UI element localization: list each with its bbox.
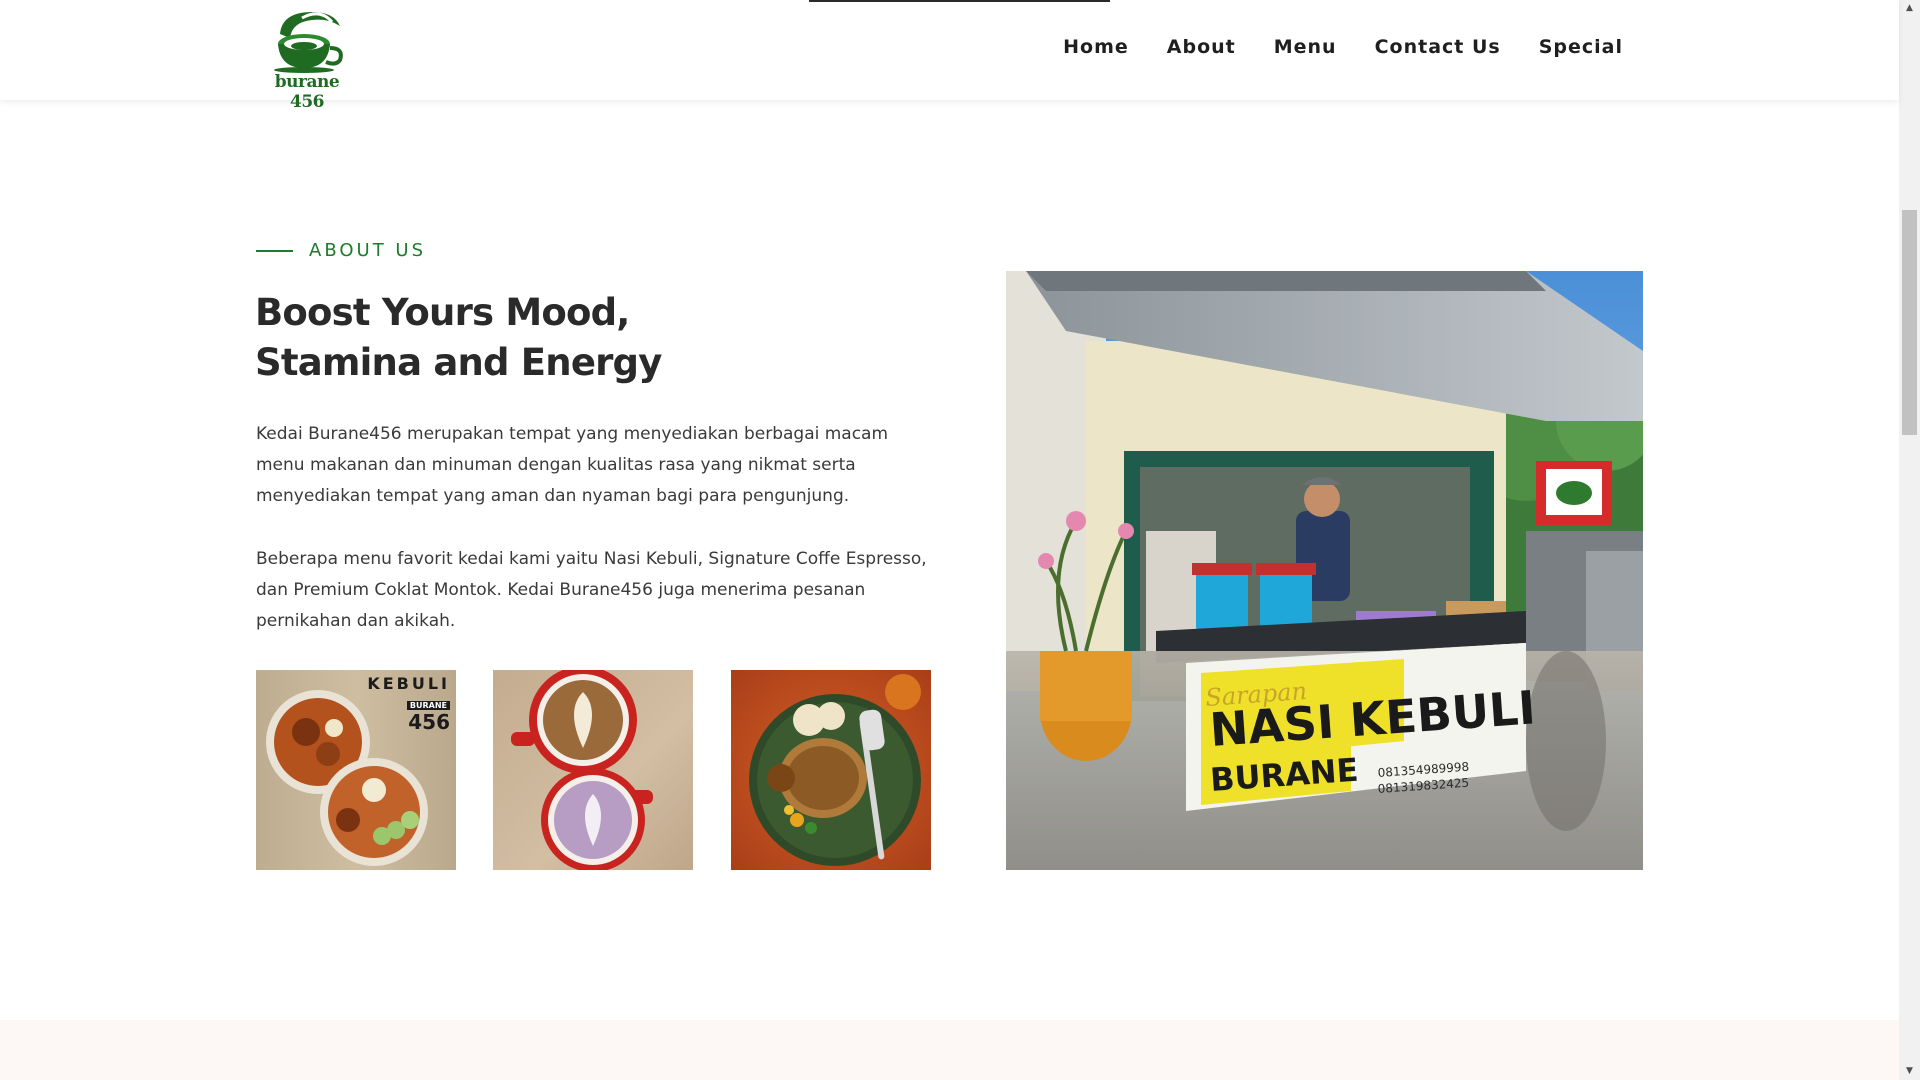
nav-contact-us[interactable]: Contact Us	[1375, 36, 1501, 58]
nav-menu[interactable]: Menu	[1274, 36, 1337, 58]
thumb-overlay-kebuli: KEBULI	[367, 674, 450, 693]
about-headline: Boost Yours Mood, Stamina and Energy	[255, 288, 755, 388]
cup-logo-icon	[274, 12, 343, 73]
page-scrollbar[interactable]: ▲ ▼	[1899, 0, 1920, 1080]
headline-line-2: Stamina and Energy	[255, 341, 662, 384]
section-eyebrow: ABOUT US	[256, 240, 426, 261]
nasi-kebuli-photo: KEBULI BURANE 456	[256, 670, 456, 870]
logo-text: burane 456	[274, 72, 340, 112]
brand-logo[interactable]: burane 456	[262, 4, 352, 112]
scroll-down-icon[interactable]: ▼	[1899, 1063, 1920, 1080]
main-nav: Home About Menu Contact Us Special	[1063, 36, 1623, 58]
thumb-overlay-456: 456	[408, 710, 450, 734]
eyebrow-label: ABOUT US	[309, 240, 427, 261]
scroll-up-icon[interactable]: ▲	[1899, 0, 1920, 17]
scrollbar-thumb[interactable]	[1902, 210, 1917, 435]
thumb-overlay: KEBULI BURANE 456	[367, 674, 450, 732]
nav-special[interactable]: Special	[1539, 36, 1623, 58]
top-indicator-bar	[809, 0, 1110, 2]
thumb-overlay-burane: BURANE	[406, 701, 450, 710]
coffee-latte-photo	[493, 670, 693, 870]
nasi-plate-photo	[731, 670, 931, 870]
nav-home[interactable]: Home	[1063, 36, 1129, 58]
about-paragraph-1: Kedai Burane456 merupakan tempat yang me…	[256, 424, 889, 506]
about-paragraph-2: Beberapa menu favorit kedai kami yaitu N…	[256, 549, 927, 631]
nav-about[interactable]: About	[1167, 36, 1236, 58]
eyebrow-line	[256, 249, 293, 252]
next-section-band	[0, 1020, 1899, 1080]
shop-front-photo: Sarapan NASI KEBULI BURANE 081354989998 …	[1006, 271, 1643, 870]
headline-line-1: Boost Yours Mood,	[255, 291, 630, 334]
site-header: burane 456 Home About Menu Contact Us Sp…	[0, 0, 1899, 112]
